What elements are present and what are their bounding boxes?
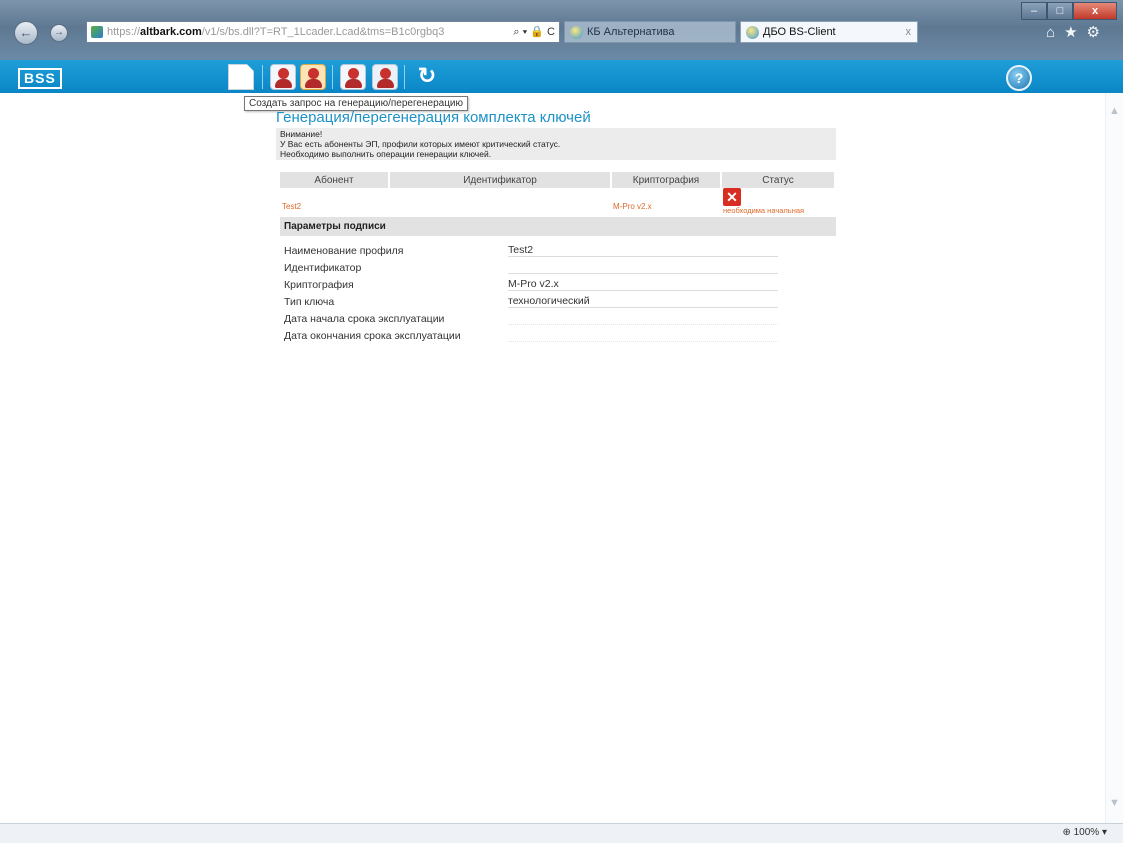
param-row: Наименование профиля Test2 <box>284 240 778 257</box>
site-favicon-icon <box>91 26 103 38</box>
warning-line-1: У Вас есть абоненты ЭП, профили которых … <box>280 139 561 149</box>
param-value: Test2 <box>508 240 778 257</box>
scroll-down-icon[interactable]: ▼ <box>1109 797 1120 809</box>
signature-params-header: Параметры подписи <box>280 217 836 236</box>
page-title: Генерация/перегенерация комплекта ключей <box>276 109 591 126</box>
new-document-icon[interactable] <box>228 64 254 90</box>
tab-kb-alternativa[interactable]: КБ Альтернатива <box>564 21 736 43</box>
tab-label: КБ Альтернатива <box>587 26 675 38</box>
param-label: Криптография <box>284 278 354 291</box>
toolbar-separator <box>262 65 263 89</box>
column-header[interactable]: Идентификатор <box>389 172 612 188</box>
home-favorites-settings-icons[interactable]: ⌂★⚙ <box>1046 23 1109 41</box>
error-icon: ✕ <box>723 188 741 206</box>
param-value: M-Pro v2.x <box>508 273 778 291</box>
column-header[interactable]: Криптография <box>611 172 722 188</box>
address-bar[interactable]: https://altbark.com/v1/s/bs.dll?T=RT_1Lc… <box>86 21 560 43</box>
url-prefix: https:// <box>107 26 141 38</box>
browser-titlebar: ← → https://altbark.com/v1/s/bs.dll?T=RT… <box>0 0 1123 60</box>
url-path: /v1/s/bs.dll?T=RT_1Lcader.Lcad&tms=B1c0r… <box>201 26 445 38</box>
close-window-button[interactable]: x <box>1073 2 1117 20</box>
param-value: технологический <box>508 290 778 308</box>
param-row: Идентификатор <box>284 256 778 274</box>
param-label: Наименование профиля <box>284 244 404 257</box>
tab-favicon-icon <box>746 26 759 39</box>
user-outline-icon[interactable] <box>372 64 398 90</box>
refresh-icon[interactable]: ↻ <box>414 64 440 90</box>
add-user-icon[interactable] <box>270 64 296 90</box>
url-host: altbark.com <box>140 26 202 38</box>
column-header[interactable]: Статус <box>721 172 836 188</box>
bss-logo: BSS <box>18 68 62 89</box>
tab-dbo-bs-client[interactable]: ДБО BS-Client x <box>740 21 918 43</box>
forward-button[interactable]: → <box>50 24 68 42</box>
key-user-icon[interactable] <box>300 64 326 90</box>
param-row: Тип ключа технологический <box>284 290 778 308</box>
param-value <box>508 256 778 274</box>
browser-status-bar: ⊕ 100% ▾ <box>0 823 1123 843</box>
back-button[interactable]: ← <box>14 21 38 45</box>
minimize-button[interactable]: – <box>1021 2 1047 20</box>
param-row: Дата окончания срока эксплуатации <box>284 324 778 342</box>
param-label: Идентификатор <box>284 261 362 274</box>
param-value <box>508 324 778 342</box>
window-controls: – □ x <box>1021 2 1117 20</box>
app-toolbar: BSS ↻ ? <box>0 60 1123 93</box>
scroll-up-icon[interactable]: ▲ <box>1109 105 1120 117</box>
warning-line-2: Необходимо выполнить операции генерации … <box>280 149 492 159</box>
zoom-value: 100% <box>1073 827 1100 838</box>
signature-params-table: Наименование профиля Test2 Идентификатор… <box>284 240 778 342</box>
address-actions[interactable]: ⌕ ▾ 🔒 C <box>513 22 555 42</box>
toolbar-separator <box>332 65 333 89</box>
tab-label: ДБО BS-Client <box>763 26 836 38</box>
param-label: Дата окончания срока эксплуатации <box>284 329 461 342</box>
content-viewport: Создать запрос на генерацию/перегенераци… <box>0 93 1123 823</box>
param-value <box>508 307 778 325</box>
param-row: Криптография M-Pro v2.x <box>284 273 778 291</box>
tab-close-icon[interactable]: x <box>906 22 912 42</box>
warning-heading: Внимание! <box>280 129 323 139</box>
maximize-button[interactable]: □ <box>1047 2 1073 20</box>
vertical-scrollbar[interactable]: ▲ ▼ <box>1105 93 1123 823</box>
tab-favicon-icon <box>570 26 583 39</box>
user-icon[interactable] <box>340 64 366 90</box>
param-label: Дата начала срока эксплуатации <box>284 312 445 325</box>
zoom-level[interactable]: ⊕ 100% ▾ <box>1062 827 1107 838</box>
param-label: Тип ключа <box>284 295 335 308</box>
help-icon[interactable]: ? <box>1006 65 1032 91</box>
warning-box: Внимание! У Вас есть абоненты ЭП, профил… <box>276 128 836 160</box>
column-header[interactable]: Абонент <box>280 172 390 188</box>
param-row: Дата начала срока эксплуатации <box>284 307 778 325</box>
toolbar-separator <box>404 65 405 89</box>
